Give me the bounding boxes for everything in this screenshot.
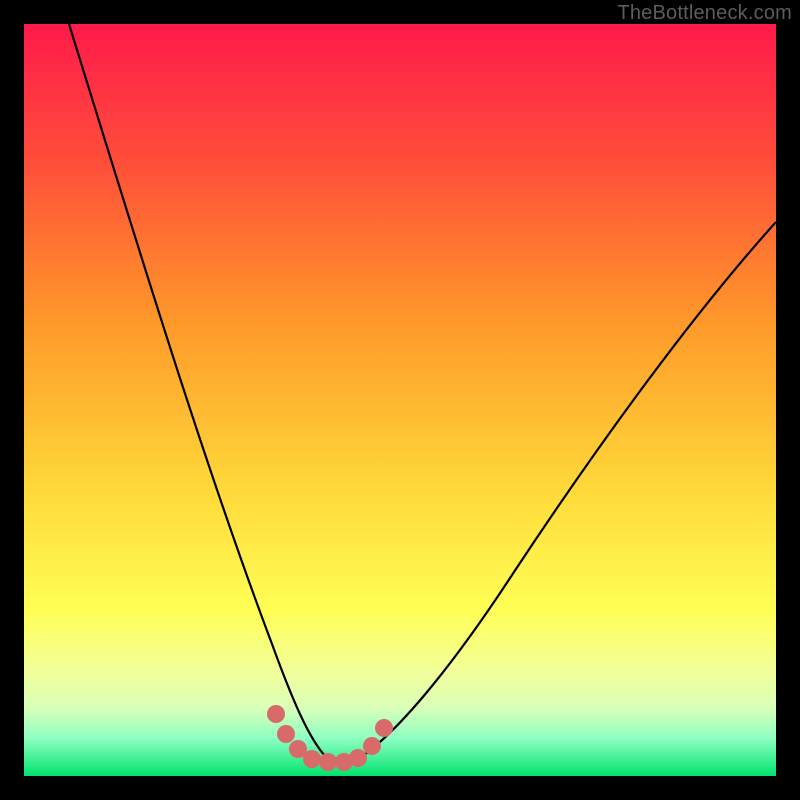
gradient-background xyxy=(24,24,776,776)
watermark-text: TheBottleneck.com xyxy=(617,2,792,25)
chart-frame: TheBottleneck.com xyxy=(0,0,800,800)
plot-area xyxy=(24,24,776,776)
chart-svg xyxy=(24,24,776,776)
